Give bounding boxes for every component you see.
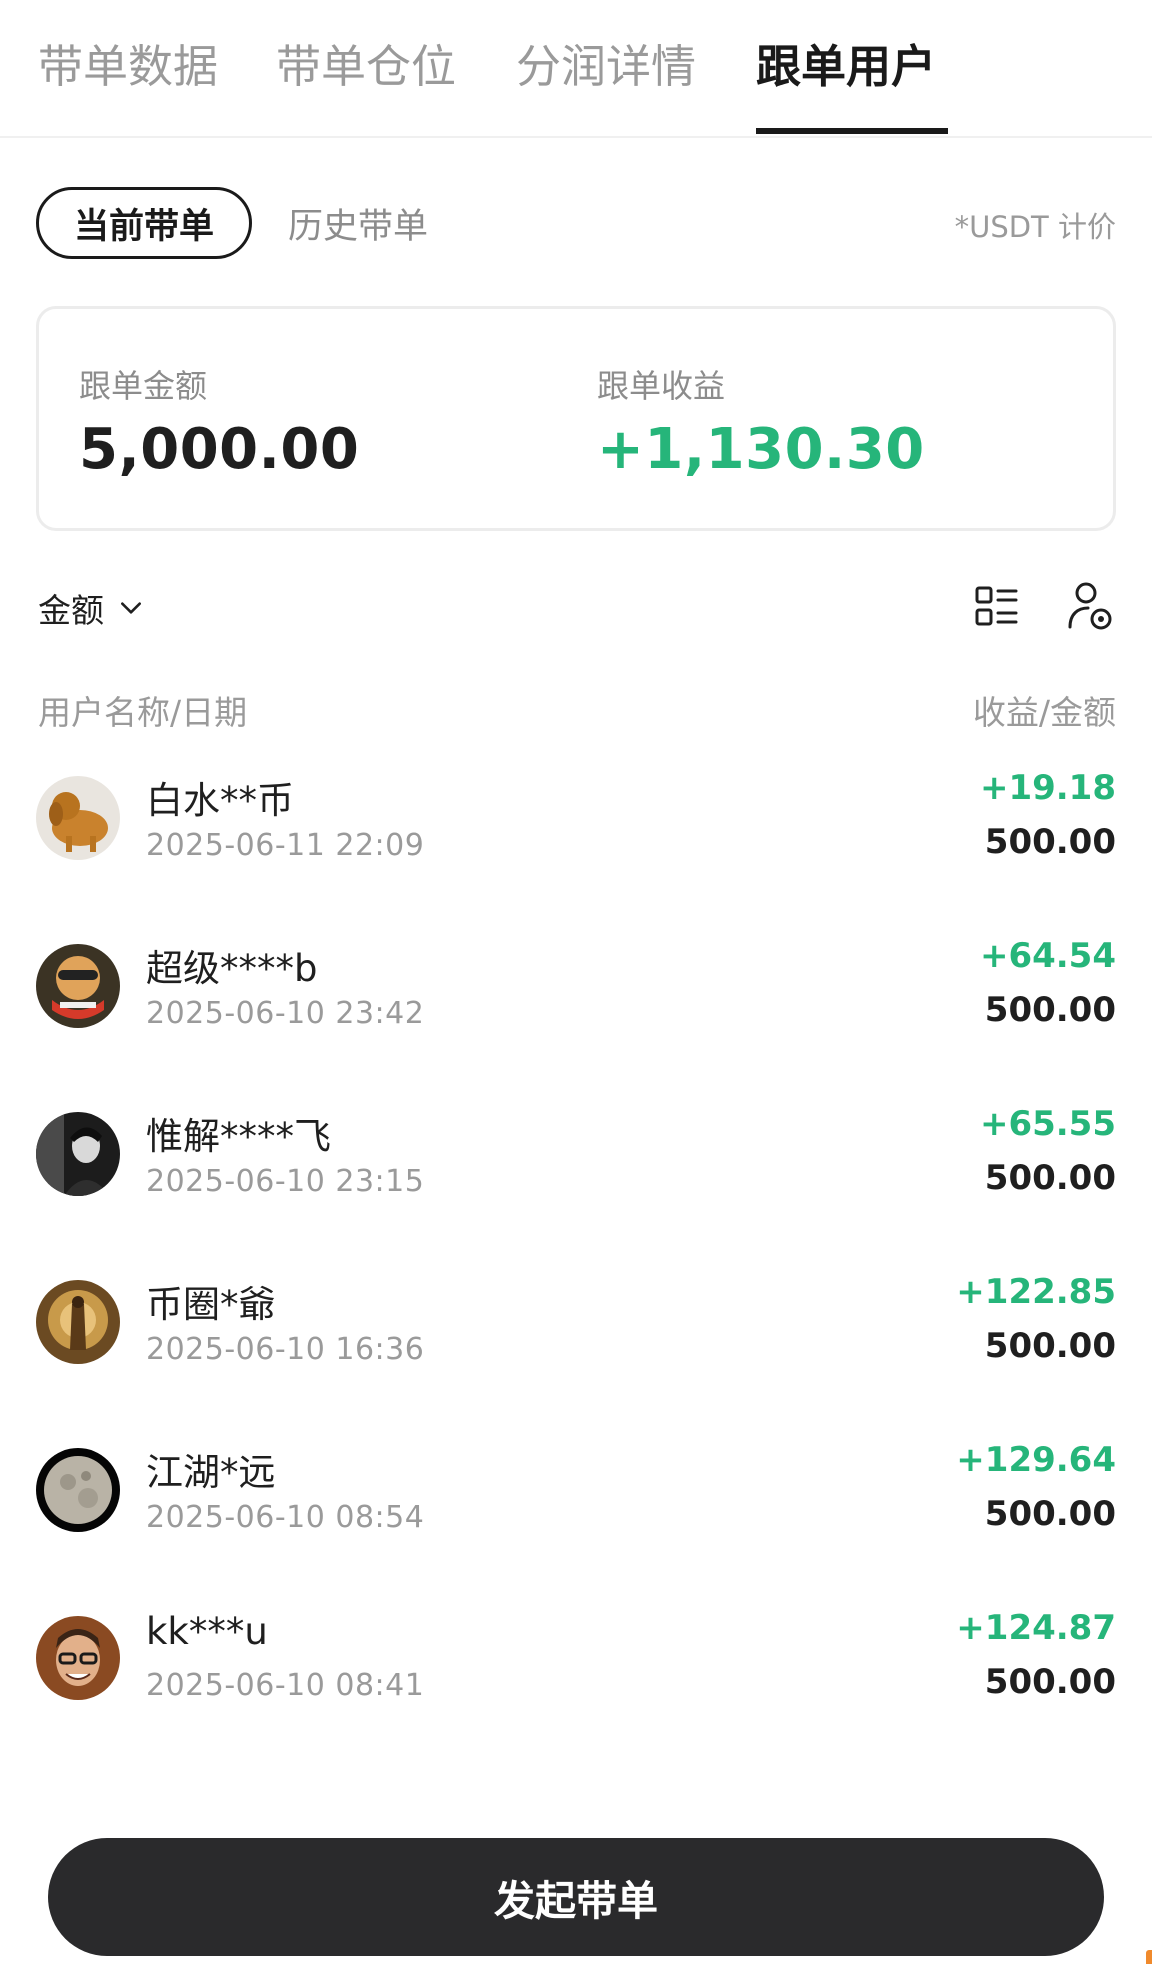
user-amount: 500.00: [984, 990, 1116, 1030]
user-profit: +65.55: [979, 1104, 1116, 1144]
user-name: 惟解****飞: [146, 1115, 331, 1158]
currency-note: *USDT 计价: [954, 210, 1116, 244]
avatar: [36, 1616, 120, 1700]
avatar: [36, 1448, 120, 1532]
user-profit: +19.18: [979, 768, 1116, 808]
follow-amount-value: 5,000.00: [79, 417, 360, 482]
user-profit: +129.64: [956, 1440, 1116, 1480]
list-item[interactable]: 超级****b 2025-06-10 23:42 +64.54 500.00: [0, 936, 1152, 1112]
tab-positions[interactable]: 带单仓位: [276, 30, 456, 138]
user-profit: +64.54: [979, 936, 1116, 976]
follow-date: 2025-06-11 22:09: [146, 828, 425, 863]
scroll-indicator: [1146, 1950, 1152, 1964]
follow-date: 2025-06-10 23:15: [146, 1164, 425, 1199]
follow-profit-label: 跟单收益: [597, 367, 726, 405]
follow-date: 2025-06-10 16:36: [146, 1332, 425, 1367]
follow-date: 2025-06-10 08:41: [146, 1668, 425, 1703]
tab-label: 带单仓位: [276, 40, 457, 93]
summary-card: 跟单金额 5,000.00 跟单收益 +1,130.30: [36, 306, 1116, 531]
chevron-down-icon: [121, 602, 141, 614]
list-item[interactable]: 白水**币 2025-06-11 22:09 +19.18 500.00: [0, 768, 1152, 944]
user-profit: +122.85: [956, 1272, 1116, 1312]
avatar: [36, 944, 120, 1028]
tab-label: 跟单用户: [756, 40, 937, 93]
tab-trade-data[interactable]: 带单数据: [38, 30, 218, 138]
tab-profit-share[interactable]: 分润详情: [516, 30, 696, 138]
list-item[interactable]: 币圈*爺 2025-06-10 16:36 +122.85 500.00: [0, 1272, 1152, 1448]
user-settings-icon[interactable]: [1066, 580, 1114, 632]
user-amount: 500.00: [984, 822, 1116, 862]
follow-amount-label: 跟单金额: [79, 367, 208, 405]
user-amount: 500.00: [984, 1326, 1116, 1366]
list-item[interactable]: kk***u 2025-06-10 08:41 +124.87 500.00: [0, 1608, 1152, 1784]
user-name: 白水**币: [146, 779, 294, 822]
follow-date: 2025-06-10 23:42: [146, 996, 425, 1031]
user-amount: 500.00: [984, 1158, 1116, 1198]
avatar: [36, 1280, 120, 1364]
subtab-current[interactable]: 当前带单: [36, 187, 252, 259]
user-name: 江湖*远: [146, 1451, 276, 1494]
start-copy-trading-button[interactable]: 发起带单: [48, 1838, 1104, 1956]
user-amount: 500.00: [984, 1662, 1116, 1702]
column-header-user: 用户名称/日期: [38, 693, 248, 732]
sort-dropdown[interactable]: 金额: [38, 584, 144, 632]
subtab-history[interactable]: 历史带单: [288, 198, 428, 249]
active-tab-indicator: [756, 128, 948, 134]
user-name: kk***u: [146, 1610, 268, 1653]
avatar: [36, 1112, 120, 1196]
list-item[interactable]: 江湖*远 2025-06-10 08:54 +129.64 500.00: [0, 1440, 1152, 1616]
tab-label: 带单数据: [38, 40, 219, 93]
top-tab-bar: 带单数据 带单仓位 分润详情 跟单用户: [0, 0, 1152, 138]
user-profit: +124.87: [956, 1608, 1116, 1648]
avatar: [36, 776, 120, 860]
copy-trading-page: 带单数据 带单仓位 分润详情 跟单用户 当前带单 历史带单 *USDT 计价 跟…: [0, 0, 1152, 1964]
tab-label: 分润详情: [516, 40, 697, 93]
tab-followers[interactable]: 跟单用户: [756, 30, 948, 138]
list-item[interactable]: 惟解****飞 2025-06-10 23:15 +65.55 500.00: [0, 1104, 1152, 1280]
user-amount: 500.00: [984, 1494, 1116, 1534]
follow-profit-value: +1,130.30: [597, 417, 925, 482]
user-name: 超级****b: [146, 947, 318, 990]
list-view-icon[interactable]: [972, 582, 1020, 630]
column-header-profit: 收益/金额: [972, 693, 1116, 732]
follow-date: 2025-06-10 08:54: [146, 1500, 425, 1535]
user-name: 币圈*爺: [146, 1283, 276, 1326]
sort-label: 金额: [38, 591, 104, 630]
